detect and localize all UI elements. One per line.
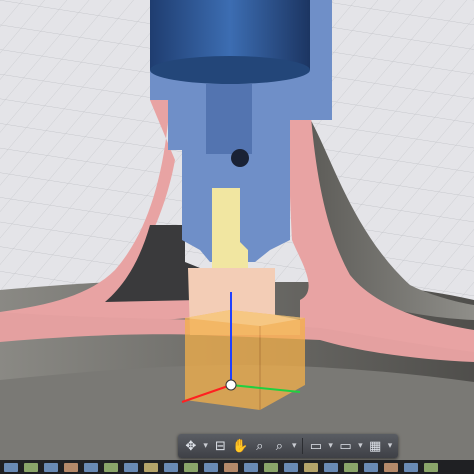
timeline-feature-icon[interactable] (164, 462, 178, 472)
dropdown-caret-icon[interactable]: ▾ (290, 437, 298, 455)
timeline-feature-icon[interactable] (84, 462, 98, 472)
timeline-feature-icon[interactable] (264, 462, 278, 472)
timeline-feature-icon[interactable] (324, 462, 338, 472)
navigation-toolbar: ✥ ▾ ⊟ ✋ ⌕ ⌕ ▾ ▭ ▾ ▭ ▾ ▦ ▾ (178, 434, 398, 458)
timeline-feature-icon[interactable] (204, 462, 218, 472)
timeline-feature-icon[interactable] (364, 462, 378, 472)
timeline-feature-icon[interactable] (4, 462, 18, 472)
inner-channel (206, 84, 252, 154)
timeline-feature-icon[interactable] (44, 462, 58, 472)
timeline-feature-icon[interactable] (384, 462, 398, 472)
timeline-feature-icon[interactable] (424, 462, 438, 472)
timeline-feature-icon[interactable] (64, 462, 78, 472)
dropdown-caret-icon[interactable]: ▾ (356, 437, 364, 455)
timeline-feature-icon[interactable] (284, 462, 298, 472)
dropdown-caret-icon[interactable]: ▾ (327, 437, 335, 455)
timeline-feature-icon[interactable] (124, 462, 138, 472)
viewports-icon[interactable]: ▦ (366, 437, 384, 455)
3d-viewport[interactable] (0, 0, 474, 474)
timeline-feature-icon[interactable] (184, 462, 198, 472)
pan-hand-icon[interactable]: ✋ (231, 437, 249, 455)
timeline-feature-icon[interactable] (244, 462, 258, 472)
zoom-icon[interactable]: ⌕ (251, 437, 269, 455)
display-settings-icon[interactable]: ▭ (307, 437, 325, 455)
visual-style-icon[interactable]: ▭ (337, 437, 355, 455)
timeline-feature-icon[interactable] (104, 462, 118, 472)
canvas-area[interactable]: ✥ ▾ ⊟ ✋ ⌕ ⌕ ▾ ▭ ▾ ▭ ▾ ▦ ▾ (0, 0, 474, 474)
timeline-feature-icon[interactable] (24, 462, 38, 472)
timeline-feature-icon[interactable] (304, 462, 318, 472)
channel-hole (231, 149, 249, 167)
timeline-strip (0, 460, 474, 474)
timeline-feature-icon[interactable] (224, 462, 238, 472)
zoom-window-icon[interactable]: ⌕ (271, 437, 289, 455)
timeline-feature-icon[interactable] (144, 462, 158, 472)
bore-bottom (150, 56, 310, 84)
triad-origin (225, 379, 237, 391)
dropdown-caret-icon[interactable]: ▾ (202, 437, 210, 455)
dropdown-caret-icon[interactable]: ▾ (386, 437, 394, 455)
timeline-feature-icon[interactable] (344, 462, 358, 472)
toolbar-separator (302, 438, 304, 454)
look-at-icon[interactable]: ⊟ (212, 437, 230, 455)
orbit-icon[interactable]: ✥ (182, 437, 200, 455)
timeline-feature-icon[interactable] (404, 462, 418, 472)
